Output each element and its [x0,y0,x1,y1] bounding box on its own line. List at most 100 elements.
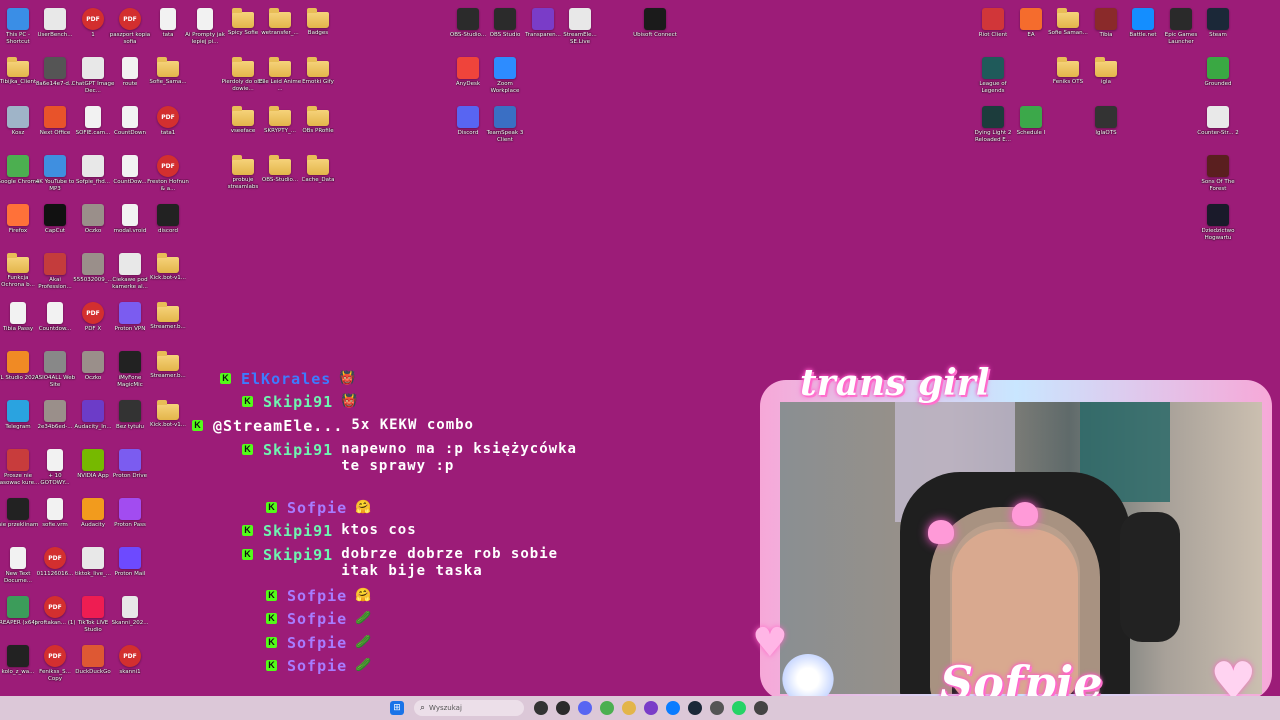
kick-badge-icon: K [266,502,277,513]
folder-icon [307,106,329,126]
chrome-icon [7,155,29,177]
image-icon [82,351,104,373]
desktop-icon[interactable]: Kick.bot-v1... [146,400,190,429]
proton-drive-icon [119,449,141,471]
messenger-icon[interactable] [666,701,680,715]
desktop-icon[interactable]: discord [146,204,190,235]
desktop-icon[interactable]: Streamer.b... [146,351,190,380]
desktop-icon-label: 011126016... [36,571,74,577]
file-explorer-icon[interactable] [622,701,636,715]
obs-icon[interactable] [556,701,570,715]
chat-username: Sofpie [287,499,348,517]
desktop-icon-label: Badges [307,30,329,36]
desktop-icon-label: Battle.net [1129,32,1157,38]
proton-mail-icon [119,547,141,569]
discord-icon [457,106,479,128]
image-icon [44,57,66,79]
windows-start-icon[interactable]: ⊞ [390,701,404,715]
desktop-icon-label: StreamEle... SE.Live [563,32,597,45]
lol-icon [982,57,1004,79]
desktop-icon-label: Feniks OTS [1052,79,1084,85]
desktop-icon-label: skanni1 [119,669,141,675]
whatsapp-icon[interactable] [732,701,746,715]
desktop-icon[interactable]: Sofie_Sama... [146,57,190,86]
file-icon [122,204,138,226]
steam-icon[interactable] [688,701,702,715]
desktop-icon[interactable]: OBs PRofile [296,106,340,135]
desktop-icon[interactable]: Badges [296,8,340,37]
desktop-icon-label: Schedule I [1016,130,1046,136]
desktop-icon[interactable]: Zoom Workplace [483,57,527,95]
desktop-icon-label: Proton Drive [112,473,148,479]
desktop-icon-label: SOFIE.cam... [75,130,111,136]
desktop-icon[interactable]: PDF skanni1 [108,645,152,676]
webcam-title: trans girl [800,362,990,404]
desktop-icon[interactable]: League of Legends [971,57,1015,95]
chat-username: Skipi91 [263,441,334,459]
desktop-icon[interactable]: Emotki Gify [296,57,340,86]
image-icon [82,204,104,226]
file-icon [197,8,213,30]
desktop-icon-label: Telegram [5,424,31,430]
desktop-icon-label: Sofpie_fhd... [75,179,111,185]
desktop-icon[interactable]: PDF tata1 [146,106,190,137]
chat-message: K Skipi91 ktos cos [242,522,601,540]
chat-text: napewno ma :p księżycówka te sprawy :p [341,441,577,474]
settings-icon[interactable] [710,701,724,715]
search-box[interactable]: ⌕ Wyszukaj [414,700,524,716]
folder-icon [1057,57,1079,77]
app-icon[interactable] [754,701,768,715]
discord-icon[interactable] [578,701,592,715]
desktop-icon[interactable]: Ubisoft Connect [633,8,677,39]
desktop-icon-label: League of Legends [979,81,1007,94]
file-icon [47,302,63,324]
teamspeak-icon [494,106,516,128]
chrome-icon[interactable] [600,701,614,715]
desktop-icon-label: tiktok_live_... [74,571,112,577]
desktop-icon-label: Dziedzictwo Hogwartu [1201,228,1235,241]
chat-message: K Skipi91 👹 [242,393,357,411]
desktop-icon[interactable]: Proton Drive [108,449,152,480]
desktop-icon[interactable]: Dziedzictwo Hogwartu [1196,204,1240,242]
desktop-icon[interactable]: igla [1084,57,1128,86]
desktop-icon-label: REAPER (x64) [0,620,37,626]
duckduckgo-icon [82,645,104,667]
desktop-icon[interactable]: PDF Freston Hofnun & a... [146,155,190,193]
folder-icon [232,155,254,175]
desktop-icon[interactable]: Streamer.b... [146,302,190,331]
desktop-icon-label: Freston Hofnun & a... [147,179,189,192]
desktop-icon-label: Skanni_202... [111,620,149,626]
desktop-icon[interactable]: TeamSpeak 3 Client [483,106,527,144]
desktop-icon[interactable]: Schedule I [1009,106,1053,137]
desktop-icon[interactable]: Proton Pass [108,498,152,529]
pdf-icon: PDF [44,547,66,569]
desktop-icon[interactable]: IglaOTS [1084,106,1128,137]
desktop-icon[interactable]: Skanni_202... [108,596,152,627]
desktop-icon-label: Discord [457,130,479,136]
desktop-icon[interactable]: Kick.bot-v1... [146,253,190,282]
desktop-icon[interactable]: Proton Mail [108,547,152,578]
image-icon [7,498,29,520]
desktop-icon[interactable]: Cache_Data [296,155,340,184]
desktop-icon-label: OBs PRofile [302,128,334,134]
desktop-icon[interactable]: Counter-Str... 2 [1196,106,1240,137]
kick-badge-icon: K [266,660,277,671]
chat-username: ElKorales [241,370,332,388]
streamelements-icon[interactable] [644,701,658,715]
desktop-icon-label: discord [158,228,178,234]
desktop-icon-label: Steam [1209,32,1227,38]
chat-username: Skipi91 [263,393,334,411]
ea-icon [1020,8,1042,30]
chat-username: Skipi91 [263,522,334,540]
desktop-icon-label: Emotki Gify [302,79,334,85]
folder-icon [269,57,291,77]
desktop-icon[interactable]: Sons Of The Forest [1196,155,1240,193]
desktop-icon[interactable]: Grounded [1196,57,1240,88]
taskbar: ⊞ ⌕ Wyszukaj [0,696,1280,720]
chat-username: @StreamEle... [213,417,344,435]
desktop-icon-label: Bez tytułu [116,424,144,430]
desktop-icon-label: 555032009_... [73,277,113,283]
task-view-icon[interactable] [534,701,548,715]
desktop-icon[interactable]: StreamEle... SE.Live [558,8,602,46]
desktop-icon[interactable]: Steam [1196,8,1240,39]
